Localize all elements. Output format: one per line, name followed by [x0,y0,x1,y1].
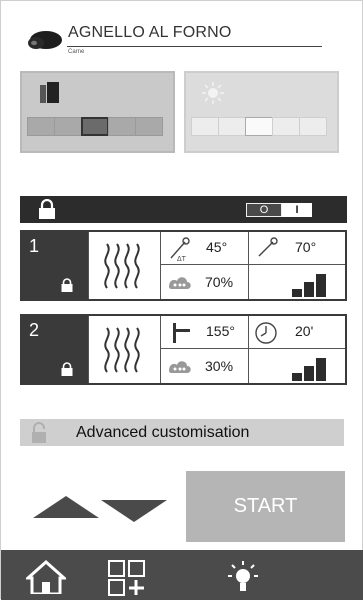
level-segment[interactable] [108,117,136,136]
convection-heat-icon [104,243,140,289]
time-cell[interactable]: 20' [248,316,345,349]
fan-bar [292,373,302,381]
start-button[interactable]: START [186,471,345,542]
meat-category-icon [28,31,62,49]
light-icon [202,82,224,104]
temperature-cell[interactable]: 155° [160,316,248,349]
level-segment[interactable] [272,117,300,136]
phase-number: 2 [29,320,40,340]
recipe-title: AGNELLO AL FORNO [68,24,232,41]
delta-t-cell[interactable]: ΔT 45° [160,232,248,265]
unlock-icon [32,422,46,443]
light-level-selector[interactable] [191,117,327,136]
arrow-up-button[interactable] [33,496,99,518]
arrow-down-button[interactable] [101,500,167,522]
level-segment[interactable] [27,117,55,136]
level-segment-active[interactable] [245,117,273,136]
level-segment-active[interactable] [81,117,109,136]
level-segment[interactable] [299,117,327,136]
level-segment[interactable] [135,117,163,136]
thermometer-icon [173,323,190,343]
toggle-on[interactable]: I [282,203,312,217]
recipe-category: Carne [68,49,85,55]
level-segment[interactable] [191,117,219,136]
fan-bar [292,289,302,297]
phase-number-block[interactable]: 2 [22,316,88,383]
fan-speed-cell[interactable] [248,265,345,299]
humidity-value: 70% [205,274,234,290]
convection-heat-icon [104,327,140,373]
humidity-icon [169,277,191,289]
title-underline [67,46,322,47]
cooking-level-selector[interactable] [27,117,163,136]
core-probe-icon [258,237,278,257]
bottom-navigation [1,550,363,600]
lock-toggle[interactable]: O I [246,203,312,217]
cooking-mode-panel[interactable] [20,71,175,153]
advanced-customisation-label: Advanced customisation [76,424,250,441]
probe-delta-t-icon: ΔT [170,237,190,262]
humidity-cell[interactable]: 70% [160,265,248,299]
lock-icon [39,199,55,219]
program-lock-bar: O I [20,196,347,223]
level-segment[interactable] [218,117,246,136]
cooking-phase-1[interactable]: 1 ΔT 45° 70° 70% [20,230,347,301]
fan-speed-bars-icon [292,358,326,381]
humidity-value: 30% [205,358,234,374]
phase-number-block[interactable]: 1 [22,232,88,299]
fan-bar [316,274,326,297]
fan-speed-cell[interactable] [248,349,345,383]
phase-lock-icon [61,278,73,292]
delta-t-value: 45° [206,239,228,255]
toggle-off[interactable]: O [246,203,282,217]
fan-bar [316,358,326,381]
convection-steam-cell[interactable] [88,232,160,299]
clock-icon [255,322,277,344]
oven-screen: AGNELLO AL FORNO Carne O I 1 ΔT 45° 70° … [0,0,363,600]
svg-text:ΔT: ΔT [177,256,187,262]
fan-speed-bars-icon [292,274,326,297]
fan-bar [304,366,314,381]
core-probe-value: 70° [295,239,317,255]
convection-steam-cell[interactable] [88,316,160,383]
light-bulb-icon[interactable] [225,560,261,596]
humidity-cell[interactable]: 30% [160,349,248,383]
fan-bar [304,282,314,297]
phase-lock-icon [61,362,73,376]
temperature-value: 155° [206,323,235,339]
level-segment[interactable] [54,117,82,136]
humidity-icon [169,361,191,373]
home-icon[interactable] [26,560,66,594]
core-probe-cell[interactable]: 70° [248,232,345,265]
time-value: 20' [295,323,314,339]
light-mode-panel[interactable] [184,71,339,153]
phase-number: 1 [29,236,40,256]
cooking-phase-2[interactable]: 2 155° 20' 30% [20,314,347,385]
programs-grid-icon[interactable] [108,560,146,596]
oven-heating-icon [40,82,59,103]
advanced-customisation-button[interactable]: Advanced customisation [20,419,344,446]
